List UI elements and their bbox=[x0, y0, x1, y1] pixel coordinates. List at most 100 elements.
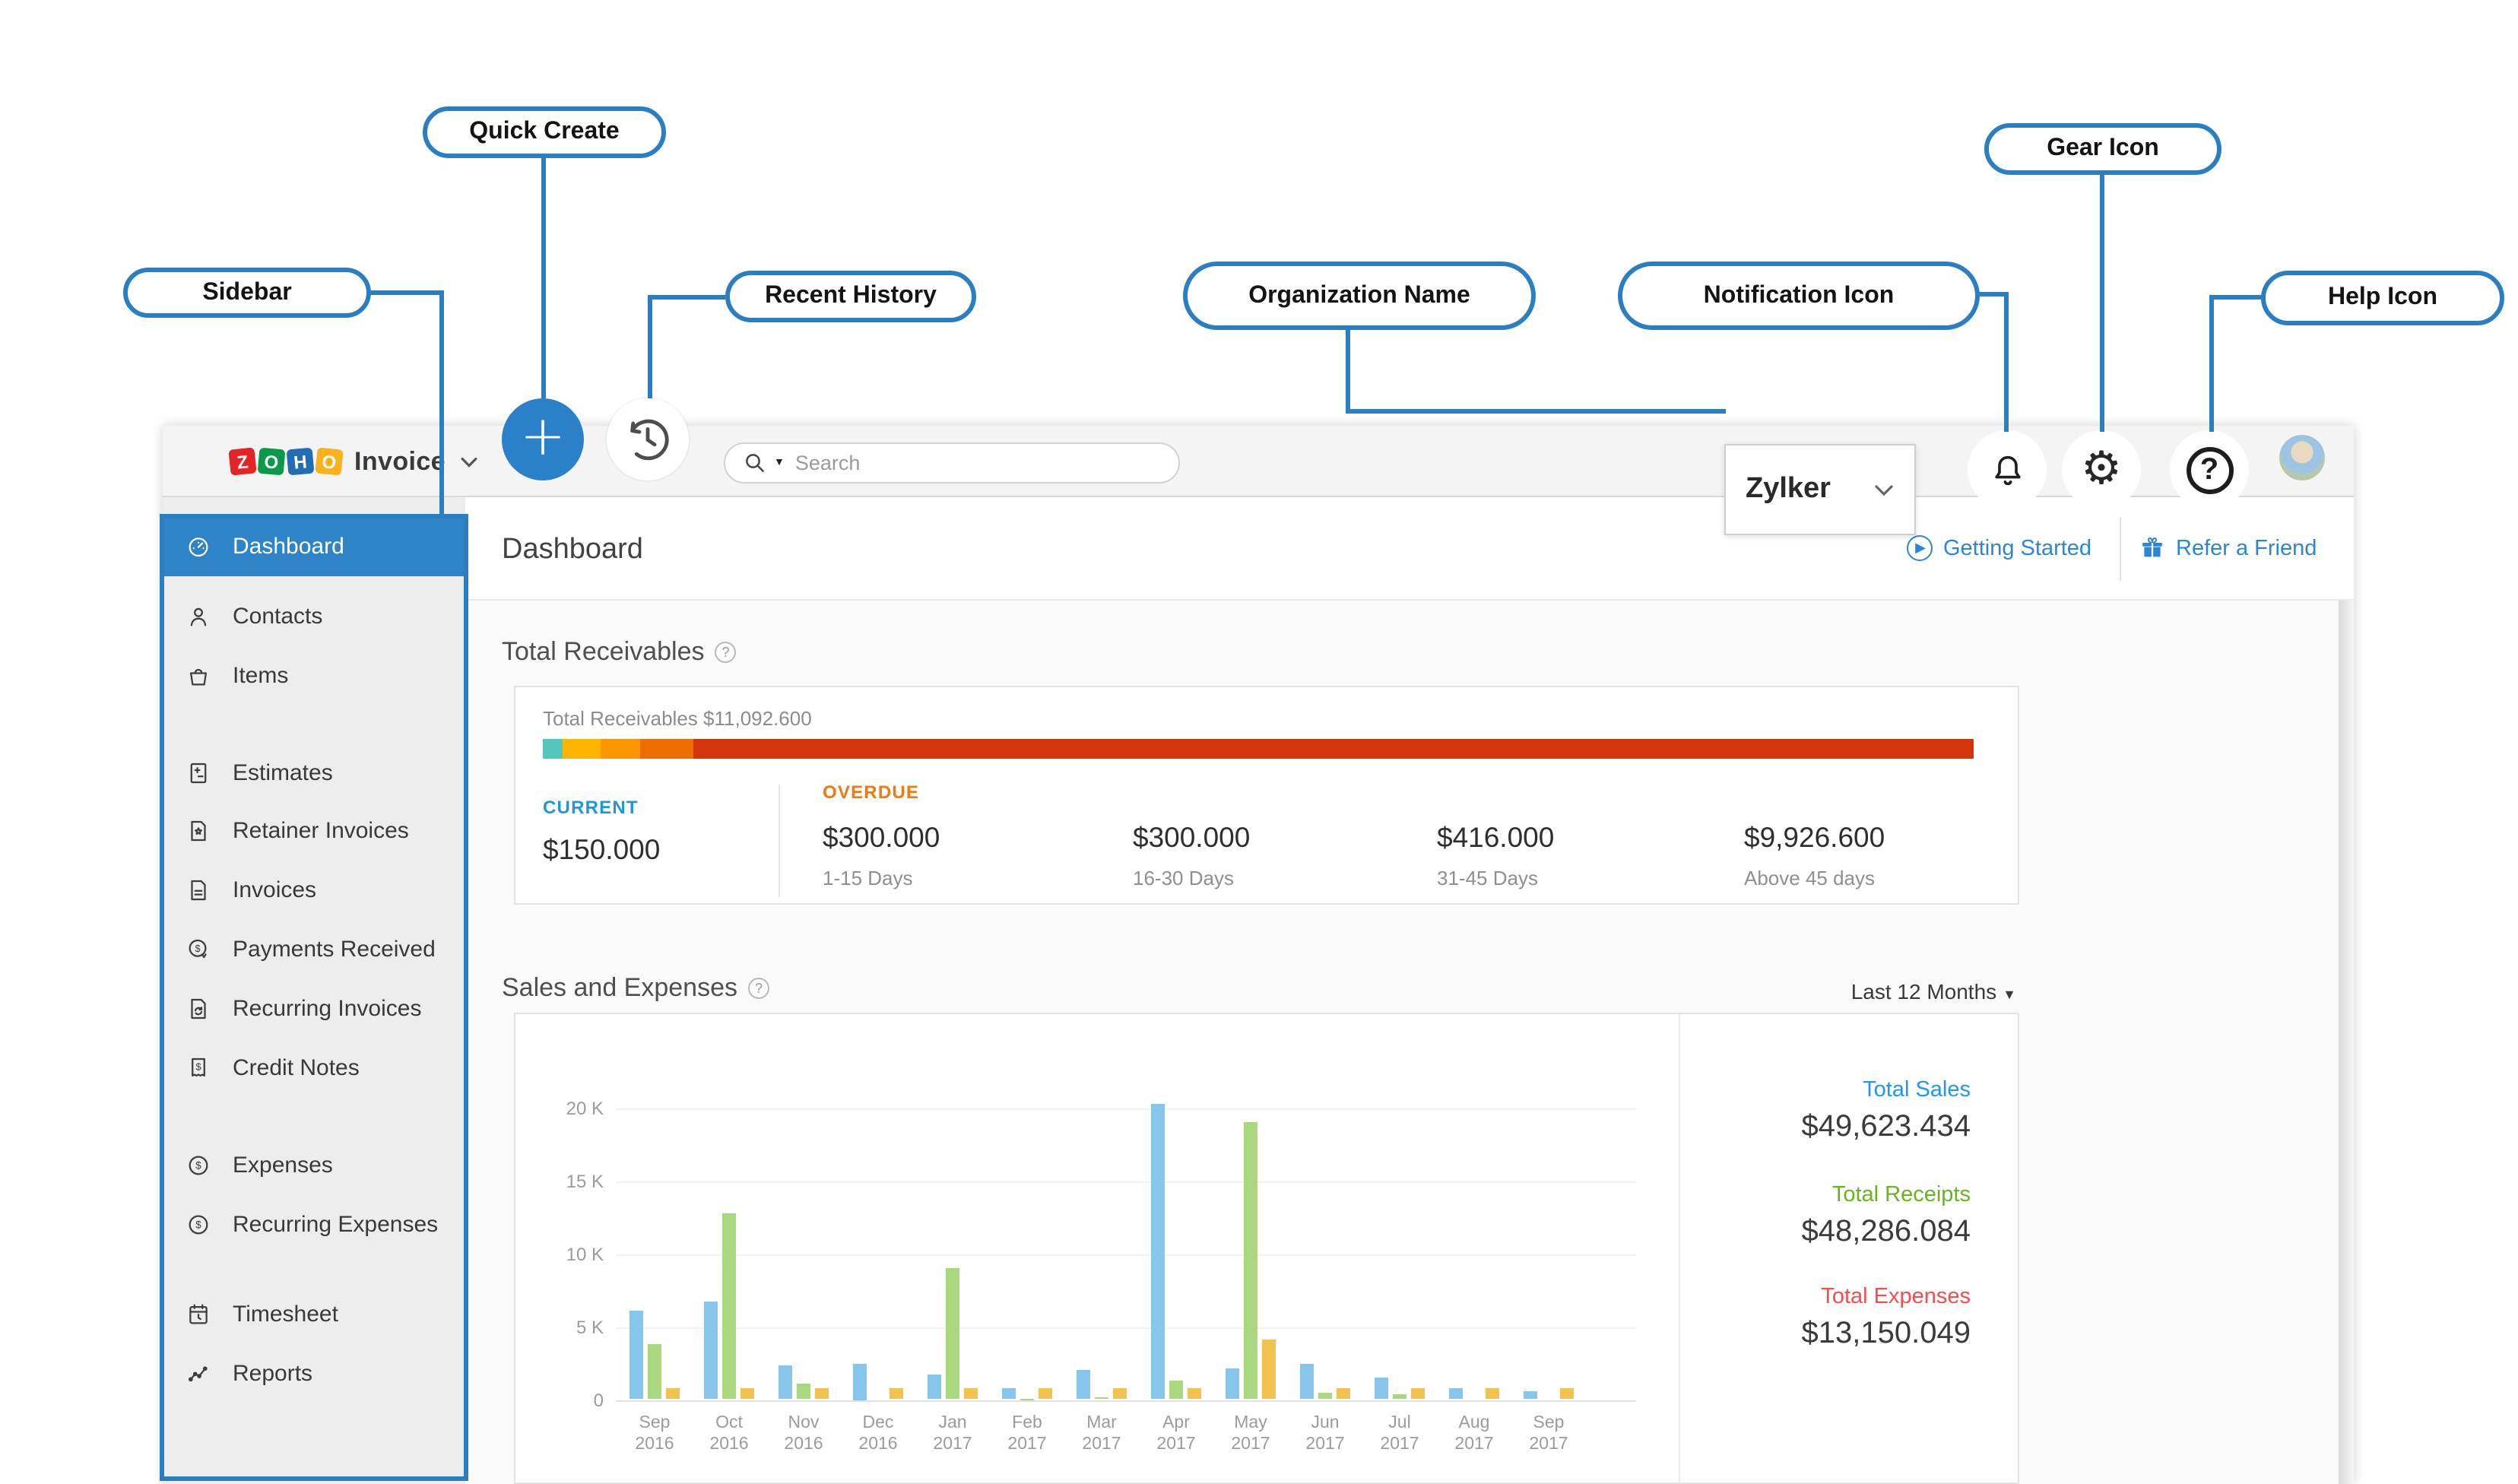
refer-a-friend-link[interactable]: Refer a Friend bbox=[2139, 535, 2317, 561]
x-label-oct-2016: Oct 2016 bbox=[709, 1414, 749, 1454]
getting-started-label: Getting Started bbox=[1943, 536, 2092, 560]
sidebar-item-recurring-expenses[interactable]: $ Recurring Expenses bbox=[163, 1195, 465, 1254]
sidebar-item-credit-notes[interactable]: $ Credit Notes bbox=[163, 1038, 465, 1097]
organization-dropdown[interactable]: Zylker bbox=[1724, 444, 1916, 535]
total-expenses-value: $13,150.049 bbox=[1801, 1317, 1971, 1350]
svg-text:$: $ bbox=[195, 1060, 201, 1071]
recent-history-button[interactable] bbox=[607, 398, 689, 480]
bar-sales-sep-2017 bbox=[1523, 1390, 1538, 1400]
callout-notification-icon-label: Notification Icon bbox=[1703, 282, 1895, 308]
search-box[interactable]: ▼ bbox=[724, 442, 1180, 484]
sidebar-item-items[interactable]: Items bbox=[163, 645, 465, 705]
x-label-sep-2016: Sep 2016 bbox=[635, 1414, 674, 1454]
settings-button[interactable]: ⚙ bbox=[2062, 430, 2141, 509]
user-avatar[interactable] bbox=[2279, 435, 2325, 480]
sidebar-item-label: Dashboard bbox=[233, 533, 344, 559]
sidebar-item-label: Recurring Invoices bbox=[233, 995, 422, 1021]
clock-history-icon bbox=[630, 419, 669, 461]
date-range-dropdown[interactable]: Last 12 Months ▼ bbox=[1851, 979, 2016, 1004]
scrollbar-shadow[interactable] bbox=[2339, 601, 2354, 1484]
bar-expenses-aug-2017 bbox=[1485, 1388, 1500, 1400]
aging-segment-overdue-16-30-days bbox=[601, 739, 640, 759]
sidebar-item-invoices[interactable]: Invoices bbox=[163, 861, 465, 920]
svg-text:$: $ bbox=[195, 943, 200, 954]
connector-organization-v bbox=[1346, 327, 1350, 414]
sidebar-item-label: Contacts bbox=[233, 604, 323, 629]
gridline-15K bbox=[616, 1181, 1636, 1182]
sales-expenses-section-title-text: Sales and Expenses bbox=[502, 973, 737, 1002]
x-label-dec-2016: Dec 2016 bbox=[858, 1414, 898, 1454]
gear-icon: ⚙ bbox=[2081, 442, 2122, 496]
svg-text:$: $ bbox=[195, 1160, 201, 1172]
estimates-icon bbox=[190, 762, 207, 783]
page-title: Dashboard bbox=[502, 534, 643, 566]
bar-receipts-oct-2016 bbox=[721, 1213, 737, 1400]
receivables-section-title: Total Receivables ? bbox=[502, 637, 737, 667]
callout-recent-history: Recent History bbox=[725, 271, 976, 322]
sidebar-item-retainer-invoices[interactable]: Retainer Invoices bbox=[163, 801, 465, 861]
sidebar-item-label: Payments Received bbox=[233, 937, 436, 962]
sidebar-item-label: Items bbox=[233, 662, 289, 688]
y-tick-20K: 20 K bbox=[566, 1097, 604, 1118]
callout-organization-name-label: Organization Name bbox=[1248, 282, 1470, 308]
x-label-jan-2017: Jan 2017 bbox=[933, 1414, 972, 1454]
x-label-aug-2017: Aug 2017 bbox=[1454, 1414, 1494, 1454]
sidebar-item-expenses[interactable]: $ Expenses bbox=[163, 1136, 465, 1195]
sidebar-item-reports[interactable]: Reports bbox=[163, 1344, 465, 1403]
chevron-down-icon: ▼ bbox=[2003, 987, 2016, 1002]
sales-expenses-help-icon[interactable]: ? bbox=[748, 978, 769, 999]
x-label-feb-2017: Feb 2017 bbox=[1007, 1414, 1047, 1454]
bar-receipts-sep-2016 bbox=[647, 1344, 662, 1400]
aging-segment-overdue-31-45-days bbox=[639, 739, 693, 759]
sidebar-item-timesheet[interactable]: Timesheet bbox=[163, 1285, 465, 1344]
zoho-letter-tile: H bbox=[286, 447, 315, 476]
y-tick-10K: 10 K bbox=[566, 1243, 604, 1264]
overdue-value-3: $9,926.600 bbox=[1744, 821, 1885, 853]
contacts-icon bbox=[190, 607, 207, 626]
current-label: CURRENT bbox=[543, 797, 639, 818]
connector-recent-history-h bbox=[648, 295, 725, 300]
sidebar-item-label: Estimates bbox=[233, 759, 333, 785]
logo-chevron-down-icon[interactable] bbox=[459, 455, 479, 468]
y-tick-0: 0 bbox=[593, 1389, 604, 1410]
getting-started-link[interactable]: ▶ Getting Started bbox=[1907, 535, 2091, 561]
x-label-sep-2017: Sep 2017 bbox=[1529, 1414, 1568, 1454]
sidebar-item-dashboard[interactable]: Dashboard bbox=[163, 515, 465, 576]
connector-help-v bbox=[2209, 295, 2214, 432]
total-expenses-label: Total Expenses bbox=[1821, 1285, 1971, 1309]
callout-sidebar-label: Sidebar bbox=[202, 279, 292, 305]
sidebar-item-label: Invoices bbox=[233, 877, 317, 903]
x-label-apr-2017: Apr 2017 bbox=[1156, 1414, 1196, 1454]
search-scope-dropdown-icon[interactable]: ▼ bbox=[774, 458, 785, 468]
receivables-aging-bar bbox=[543, 739, 1974, 759]
x-label-nov-2016: Nov 2016 bbox=[784, 1414, 823, 1454]
overdue-period-0: 1-15 Days bbox=[823, 867, 913, 889]
app-window: ZOHO Invoice + ▼ Zylker bbox=[163, 398, 2354, 1484]
bar-receipts-may-2017 bbox=[1243, 1122, 1258, 1400]
notifications-button[interactable] bbox=[1968, 430, 2047, 509]
sidebar-item-contacts[interactable]: Contacts bbox=[163, 587, 465, 646]
sidebar: Dashboard Contacts Items Estimates Retainer … bbox=[163, 497, 465, 1484]
receivables-summary: Total Receivables $11,092.600 bbox=[543, 707, 812, 730]
search-input[interactable] bbox=[791, 450, 1160, 476]
sidebar-item-payments-received[interactable]: $ Payments Received bbox=[163, 920, 465, 979]
recurring-invoices-icon bbox=[191, 997, 206, 1019]
plus-icon: + bbox=[519, 405, 566, 468]
bar-sales-sep-2016 bbox=[629, 1310, 644, 1400]
payments-received-icon: $ bbox=[189, 939, 207, 959]
overdue-period-2: 31-45 Days bbox=[1437, 867, 1538, 889]
sales-expenses-chart: 0 5 K 10 K 15 K 20 K Sep 2016 Oct 2016 Nov 2016 Dec… bbox=[515, 1014, 1679, 1482]
callout-recent-history-label: Recent History bbox=[765, 283, 937, 309]
sidebar-item-estimates[interactable]: Estimates bbox=[163, 743, 465, 802]
x-label-jul-2017: Jul 2017 bbox=[1380, 1414, 1419, 1454]
annotated-screenshot: Quick Create Recent History Sidebar Orga… bbox=[0, 0, 2518, 1484]
quick-create-button[interactable]: + bbox=[502, 398, 584, 480]
help-button[interactable]: ? bbox=[2170, 430, 2249, 509]
receivables-help-icon[interactable]: ? bbox=[715, 642, 737, 663]
question-icon: ? bbox=[2186, 446, 2233, 493]
callout-help-icon: Help Icon bbox=[2261, 271, 2504, 325]
sidebar-item-label: Retainer Invoices bbox=[233, 818, 409, 844]
sidebar-item-recurring-invoices[interactable]: Recurring Invoices bbox=[163, 978, 465, 1038]
callout-quick-create: Quick Create bbox=[423, 106, 666, 158]
sales-expenses-section-title: Sales and Expenses ? bbox=[502, 973, 769, 1004]
